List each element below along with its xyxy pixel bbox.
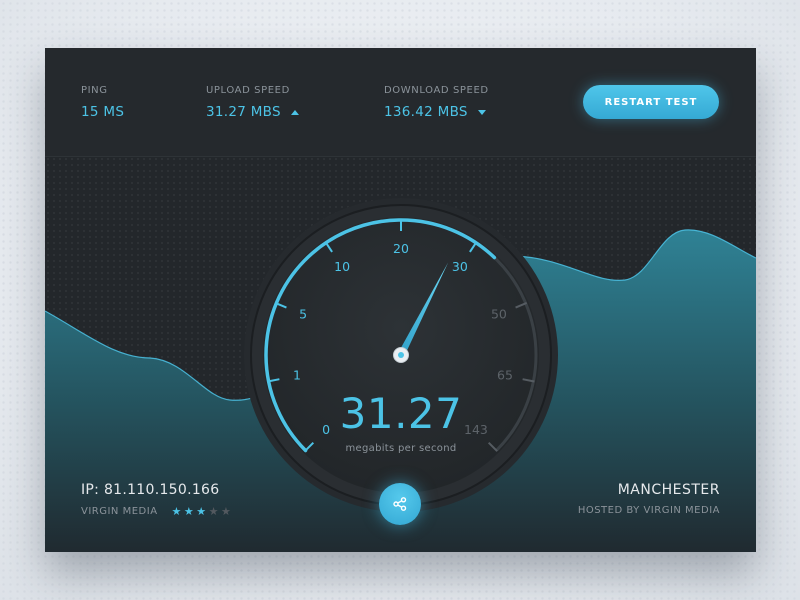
gauge-tick-label: 65: [497, 368, 513, 383]
speed-test-card: PING 15 MS UPLOAD SPEED 31.27 MBS DOWNLO…: [45, 48, 756, 552]
isp-name: VIRGIN MEDIA: [81, 506, 158, 517]
server-city: MANCHESTER: [617, 482, 720, 498]
gauge-tick-label: 20: [393, 241, 409, 256]
share-button[interactable]: [379, 483, 421, 525]
speed-unit: megabits per second: [345, 443, 457, 454]
upload-value: 31.27 MBS: [206, 104, 299, 120]
download-label: DOWNLOAD SPEED: [384, 85, 489, 96]
gauge-tick-label: 50: [491, 306, 507, 321]
ip-address: IP: 81.110.150.166: [81, 482, 220, 498]
triangle-down-icon: [477, 109, 486, 115]
needle-hub-center: [398, 352, 404, 358]
upload-stat: UPLOAD SPEED 31.27 MBS: [206, 85, 299, 120]
isp-info: VIRGIN MEDIA ★ ★ ★ ★ ★: [81, 505, 233, 518]
download-value: 136.42 MBS: [384, 104, 489, 120]
ping-label: PING: [81, 85, 108, 96]
star-icon: ★: [208, 505, 220, 518]
isp-rating: ★ ★ ★ ★ ★: [172, 505, 234, 518]
ping-stat: PING 15 MS: [81, 85, 124, 120]
star-icon: ★: [171, 505, 182, 518]
star-icon: ★: [196, 505, 207, 518]
download-stat: DOWNLOAD SPEED 136.42 MBS: [384, 85, 489, 120]
ping-value: 15 MS: [81, 104, 124, 120]
gauge-tick-label: 10: [334, 259, 350, 274]
speed-readout: 31.27: [339, 389, 463, 438]
restart-test-button[interactable]: RESTART TEST: [583, 85, 719, 119]
gauge-tick-label: 1: [293, 368, 301, 383]
speed-gauge: 0151020305065143: [244, 198, 558, 512]
server-host: HOSTED BY VIRGIN MEDIA: [577, 505, 720, 516]
gauge-tick-label: 5: [299, 306, 307, 321]
triangle-up-icon: [290, 109, 299, 115]
download-value-text: 136.42 MBS: [384, 104, 468, 120]
stats-header: PING 15 MS UPLOAD SPEED 31.27 MBS DOWNLO…: [45, 48, 756, 157]
star-icon: ★: [183, 505, 195, 518]
upload-label: UPLOAD SPEED: [206, 85, 290, 96]
gauge-tick-label: 30: [452, 259, 468, 274]
share-icon: [393, 497, 407, 511]
upload-value-text: 31.27 MBS: [206, 104, 281, 120]
ping-value-text: 15 MS: [81, 104, 125, 120]
star-icon: ★: [221, 505, 232, 518]
